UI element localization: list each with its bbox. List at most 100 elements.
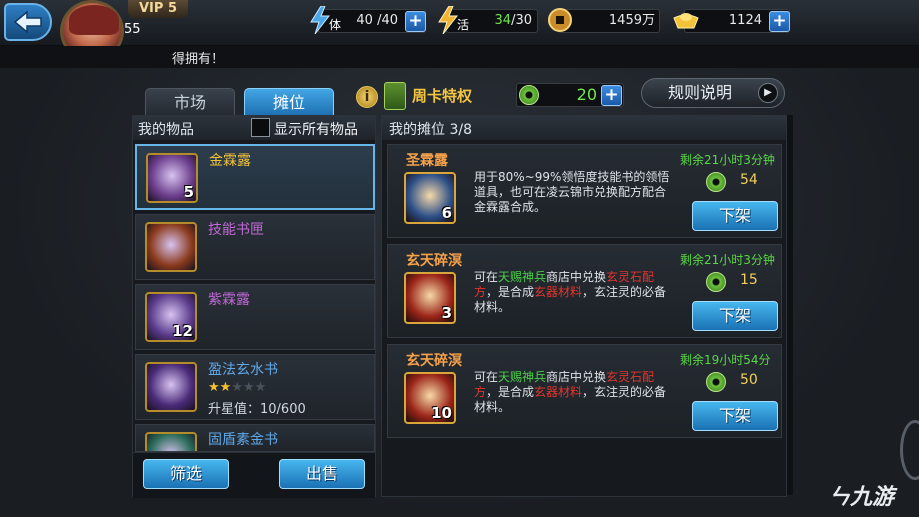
jade-coin-icon: [706, 372, 726, 392]
top-bar: VIP 5 55 体 40 /40 + 活 34/30 1459万 1124 +: [0, 0, 919, 62]
description-segment: ，是合成: [486, 285, 535, 299]
stall-item-icon[interactable]: 6: [404, 172, 456, 224]
description-segment: 用于80%~99%领悟度技能书的领悟道具，也可在凌云锦市兑换配方配合金霖露合成。: [474, 170, 670, 214]
stall-price: 50: [740, 372, 758, 388]
my-items-title: 我的物品: [138, 122, 194, 138]
item-row[interactable]: 固盾素金书: [135, 424, 375, 452]
vitality-bar: 活 34/30: [438, 6, 538, 34]
left-panel-footer: 筛选 出售: [133, 452, 375, 498]
show-all-label: 显示所有物品: [274, 122, 358, 138]
player-level: 55: [124, 22, 141, 37]
stamina-bar: 体 40 /40 +: [310, 6, 426, 34]
filter-button[interactable]: 筛选: [143, 459, 229, 489]
item-name: 盈法玄水书: [208, 362, 278, 378]
add-jade-button[interactable]: +: [601, 85, 622, 106]
item-icon: [145, 432, 197, 451]
my-stall-header: 我的摊位 3/8: [382, 116, 786, 140]
stall-item-description: 可在天赐神兵商店中兑换玄灵石配方，是合成玄器材料，玄注灵的必备材料。: [474, 270, 674, 315]
description-segment: 商店中兑换: [546, 370, 607, 384]
stall-item-icon[interactable]: 3: [404, 272, 456, 324]
my-stall-panel: 我的摊位 3/8 圣霖露 6 用于80%~99%领悟度技能书的领悟道具，也可在凌云锦…: [381, 115, 787, 497]
description-segment: 可在: [474, 370, 499, 384]
item-name: 紫霖露: [208, 292, 250, 308]
add-gold-button[interactable]: +: [769, 11, 790, 32]
show-all-checkbox[interactable]: [251, 118, 270, 137]
stall-listing: 玄天碎溟 3 可在天赐神兵商店中兑换玄灵石配方，是合成玄器材料，玄注灵的必备材料。剩…: [387, 244, 782, 338]
item-name: 固盾素金书: [208, 432, 278, 448]
jade-coin-icon: [706, 272, 726, 292]
stall-listing: 圣霖露 6 用于80%~99%领悟度技能书的领悟道具，也可在凌云锦市兑换配方配合金霖…: [387, 144, 782, 238]
weekly-card-label: 周卡特权: [412, 87, 473, 105]
item-name: 技能书匣: [208, 222, 264, 238]
weekly-card-icon: [384, 82, 406, 110]
stall-item-description: 可在天赐神兵商店中兑换玄灵石配方，是合成玄器材料，玄注灵的必备材料。: [474, 370, 674, 415]
my-items-header: 我的物品 显示所有物品: [133, 116, 375, 140]
back-button[interactable]: [4, 3, 52, 41]
item-row[interactable]: 5 金霖露: [135, 144, 375, 210]
remaining-time: 剩余19小时54分: [680, 353, 771, 367]
delist-button[interactable]: 下架: [692, 301, 778, 331]
stall-item-icon[interactable]: 10: [404, 372, 456, 424]
jade-balance-value: 20: [576, 85, 597, 104]
tab-market[interactable]: 市场: [145, 88, 235, 118]
rules-button[interactable]: 规则说明 ▶: [641, 78, 785, 108]
description-segment: 玄器材料: [534, 385, 583, 399]
stall-item-count: 6: [441, 204, 452, 222]
announcement-marquee: 得拥有！: [0, 46, 919, 68]
item-row[interactable]: 盈法玄水书 ★★★★★ 升星值：10/600: [135, 354, 375, 420]
copper-bar: 1459万: [548, 8, 660, 33]
item-row[interactable]: 技能书匣: [135, 214, 375, 280]
stall-listing: 玄天碎溟 10 可在天赐神兵商店中兑换玄灵石配方，是合成玄器材料，玄注灵的必备材料。…: [387, 344, 782, 438]
star-icon: ★: [208, 380, 220, 395]
sell-button[interactable]: 出售: [279, 459, 365, 489]
jade-coin-icon: [706, 172, 726, 192]
watermark-logo: ㄣ九游: [828, 485, 895, 510]
item-icon: 12: [145, 292, 197, 342]
star-rating: ★★★★★: [208, 380, 266, 395]
item-row[interactable]: 12 紫霖露: [135, 284, 375, 350]
stall-item-name: 玄天碎溟: [406, 353, 462, 369]
stall-price: 15: [740, 272, 758, 288]
marquee-text: 得拥有！: [172, 52, 225, 67]
description-segment: 可在: [474, 270, 499, 284]
delist-button[interactable]: 下架: [692, 201, 778, 231]
jade-balance: 20 +: [516, 83, 624, 107]
gold-bar: 1124 +: [673, 9, 790, 33]
stall-item-count: 3: [441, 304, 452, 322]
description-segment: 商店中兑换: [546, 270, 607, 284]
back-arrow-icon: [13, 11, 42, 33]
play-arrow-icon: ▶: [758, 83, 778, 103]
item-icon: 5: [146, 153, 198, 203]
star-icon: ★: [254, 380, 267, 395]
star-icon: ★: [242, 380, 255, 395]
star-icon: ★: [231, 380, 243, 395]
remaining-time: 剩余21小时3分钟: [680, 253, 775, 267]
item-count: 12: [172, 322, 193, 340]
vip-badge: VIP 5: [128, 0, 188, 18]
jade-coin-icon: [519, 85, 539, 105]
star-icon: ★: [219, 380, 232, 395]
gold-ingot-icon: [671, 4, 701, 36]
description-segment: 天赐神兵: [498, 370, 547, 384]
weekly-card-privilege[interactable]: 周卡特权: [384, 82, 494, 110]
delist-button[interactable]: 下架: [692, 401, 778, 431]
scrollbar[interactable]: [787, 115, 793, 495]
description-segment: 天赐神兵: [498, 270, 547, 284]
stall-item-description: 用于80%~99%领悟度技能书的领悟道具，也可在凌云锦市兑换配方配合金霖露合成。: [474, 170, 674, 215]
description-segment: 玄器材料: [534, 285, 583, 299]
stall-item-name: 玄天碎溟: [406, 253, 462, 269]
add-stamina-button[interactable]: +: [405, 11, 426, 32]
tab-stall[interactable]: 摊位: [244, 88, 334, 118]
item-name: 金霖露: [209, 153, 251, 169]
item-icon: [145, 222, 197, 272]
stall-item-count: 10: [431, 404, 452, 422]
item-count: 5: [183, 183, 194, 201]
my-items-panel: 我的物品 显示所有物品 5 金霖露 技能书匣 12 紫霖露 盈法玄水书 ★★★★★ 升星值：1…: [132, 115, 376, 498]
description-segment: ，是合成: [486, 385, 535, 399]
stall-price: 54: [740, 172, 758, 188]
my-stall-title: 我的摊位 3/8: [389, 122, 472, 138]
info-icon[interactable]: i: [356, 86, 378, 108]
item-icon: [145, 362, 197, 412]
copper-coin-icon: [545, 4, 575, 36]
stall-item-name: 圣霖露: [406, 153, 448, 169]
